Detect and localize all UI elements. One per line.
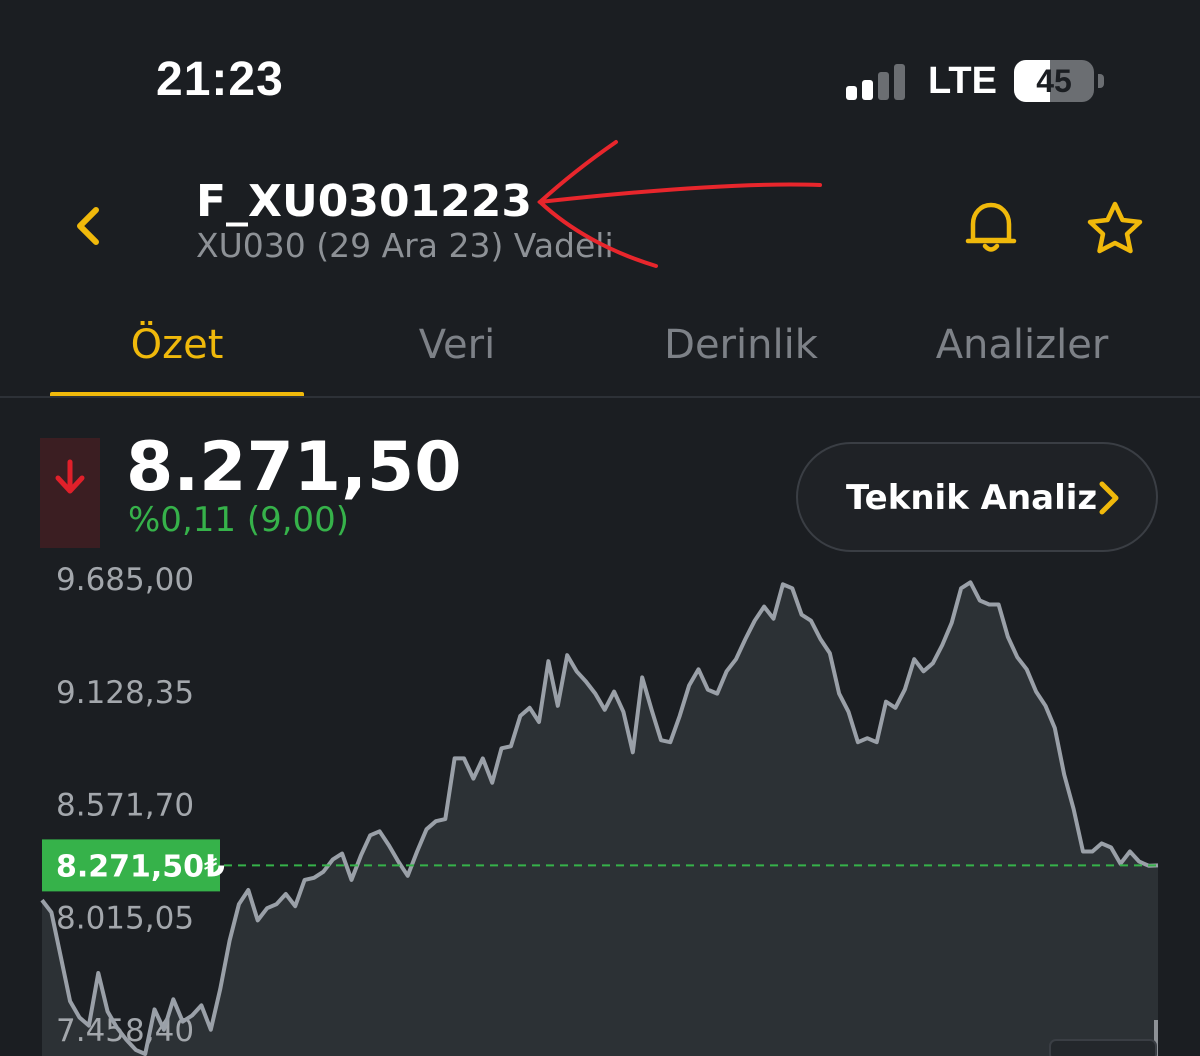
tab-veri[interactable]: Veri (330, 322, 584, 368)
screen: 21:23 LTE 45 F_XU0301223 XU030 (29 Ara 2… (0, 0, 1200, 1056)
battery-percent: 45 (1036, 63, 1072, 99)
y-tick-label: 9.685,00 (56, 562, 194, 598)
cellular-signal-icon (846, 62, 908, 100)
technical-analysis-button[interactable]: Teknik Analiz (796, 442, 1158, 552)
chart-area-fill (42, 582, 1158, 1056)
tab-divider (0, 396, 1200, 398)
chevron-left-icon (77, 207, 99, 245)
y-tick-label: 9.128,35 (56, 675, 194, 711)
last-price: 8.271,50 (126, 428, 462, 507)
y-tick-label: 8.571,70 (56, 788, 194, 824)
tab-derinlik[interactable]: Derinlik (614, 322, 868, 368)
tab-bar: Özet Veri Derinlik Analizler (0, 300, 1200, 400)
back-button[interactable] (64, 196, 114, 256)
chart-control-button[interactable] (1049, 1039, 1157, 1056)
price-alert-button[interactable] (960, 196, 1022, 258)
status-time: 21:23 (156, 53, 284, 106)
technical-analysis-label: Teknik Analiz (846, 478, 1098, 518)
bell-icon (965, 202, 1017, 252)
tab-ozet[interactable]: Özet (50, 322, 304, 368)
price-chart[interactable]: 9.685,00 9.128,35 8.571,70 8.015,05 7.458,40… (0, 560, 1200, 1056)
current-price-label: 8.271,50₺ (56, 849, 225, 884)
y-tick-label: 8.015,05 (56, 900, 194, 936)
current-price-tag: 8.271,50₺ (42, 839, 225, 892)
star-icon (1087, 201, 1143, 254)
chevron-right-icon (1099, 481, 1119, 515)
tab-analizler[interactable]: Analizler (894, 322, 1150, 368)
network-type: LTE (928, 60, 997, 102)
trend-indicator (40, 438, 100, 548)
y-axis: 9.685,00 9.128,35 8.571,70 8.015,05 7.458,40 (56, 562, 194, 1049)
battery-icon: 45 (1014, 60, 1106, 102)
arrow-down-icon (55, 459, 85, 494)
favorite-button[interactable] (1084, 198, 1146, 260)
instrument-subtitle: XU030 (29 Ara 23) Vadeli (196, 226, 614, 265)
y-tick-label: 7.458,40 (56, 1013, 194, 1049)
instrument-title: F_XU0301223 (196, 176, 533, 227)
price-change: %0,11 (9,00) (128, 500, 350, 540)
